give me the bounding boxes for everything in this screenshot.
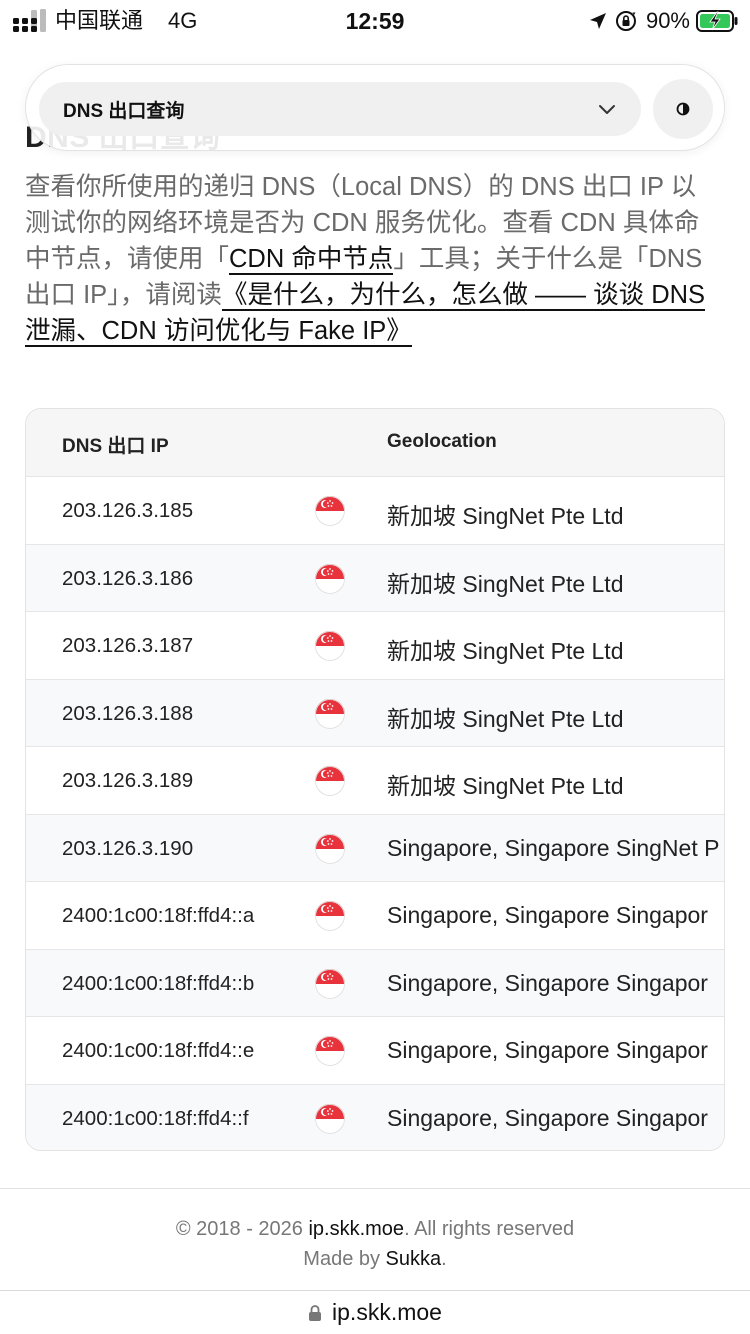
- table-row: 2400:1c00:18f:ffd4::a Singapore, Singapor…: [26, 882, 724, 950]
- table-row: 203.126.3.186 新加坡 SingNet Pte Ltd: [26, 544, 724, 612]
- table-row: 203.126.3.190 Singapore, Singapore SingNe…: [26, 814, 724, 882]
- dns-ip-cell: 203.126.3.186: [62, 566, 194, 590]
- rotation-lock-icon: [615, 11, 636, 31]
- browser-url-bar[interactable]: ip.skk.moe: [0, 1290, 750, 1334]
- singapore-flag-icon: [315, 766, 345, 796]
- geolocation-cell: Singapore, Singapore Singapor: [387, 902, 708, 928]
- footer: © 2018 - 2026 ip.skk.moe. All rights res…: [0, 1214, 750, 1274]
- made-by-text: Made by: [303, 1248, 386, 1270]
- theme-toggle-button[interactable]: [653, 79, 713, 139]
- dns-ip-cell: 2400:1c00:18f:ffd4::b: [62, 971, 255, 995]
- table-row: 203.126.3.188 新加坡 SingNet Pte Ltd: [26, 679, 724, 747]
- dns-ip-cell: 203.126.3.185: [62, 499, 194, 522]
- footer-credit: Made by Sukka.: [0, 1244, 750, 1274]
- geolocation-cell: Singapore, Singapore Singapor: [387, 969, 708, 996]
- singapore-flag-icon: [315, 698, 345, 729]
- battery-percent: 90%: [645, 8, 690, 33]
- dns-ip-cell: 2400:1c00:18f:ffd4::a: [62, 904, 255, 927]
- theme-toggle-icon: [676, 102, 690, 116]
- dns-ip-cell: 203.126.3.187: [62, 634, 194, 657]
- singapore-flag-icon: [315, 1103, 345, 1134]
- dns-ip-cell: 203.126.3.188: [62, 701, 194, 725]
- singapore-flag-icon: [315, 496, 345, 526]
- table-row: 2400:1c00:18f:ffd4::b Singapore, Singapor…: [26, 949, 724, 1017]
- tool-select-value: DNS 出口查询: [63, 100, 185, 122]
- geolocation-cell: 新加坡 SingNet Pte Ltd: [387, 503, 624, 529]
- dns-ip-cell: 203.126.3.189: [62, 769, 194, 792]
- table-row: 2400:1c00:18f:ffd4::e Singapore, Singapor…: [26, 1017, 724, 1085]
- location-arrow-icon: [589, 13, 606, 29]
- header-geolocation: Geolocation: [387, 431, 497, 452]
- singapore-flag-icon: [315, 1036, 345, 1066]
- singapore-flag-icon: [315, 901, 345, 931]
- table-body: 203.126.3.185 新加坡 SingNet Pte Ltd 203.126.…: [26, 477, 724, 1150]
- tool-select[interactable]: DNS 出口查询: [39, 82, 641, 136]
- geolocation-cell: 新加坡 SingNet Pte Ltd: [387, 570, 624, 597]
- geolocation-cell: 新加坡 SingNet Pte Ltd: [387, 705, 624, 732]
- author-link[interactable]: Sukka: [386, 1248, 442, 1270]
- dns-ip-cell: 2400:1c00:18f:ffd4::e: [62, 1039, 255, 1062]
- status-right-group: 90%: [588, 6, 738, 36]
- credit-period: .: [441, 1248, 447, 1270]
- footer-divider: [0, 1188, 750, 1189]
- singapore-flag-icon: [315, 833, 345, 864]
- header-dns-ip: DNS 出口 IP: [62, 436, 169, 457]
- browser-url: ip.skk.moe: [332, 1299, 442, 1325]
- table-row: 2400:1c00:18f:ffd4::f Singapore, Singapor…: [26, 1084, 724, 1150]
- dns-ip-cell: 203.126.3.190: [62, 836, 194, 860]
- singapore-flag-icon: [315, 563, 345, 594]
- table-row: 203.126.3.189 新加坡 SingNet Pte Ltd: [26, 747, 724, 815]
- geolocation-cell: Singapore, Singapore SingNet P: [387, 834, 720, 861]
- geolocation-cell: 新加坡 SingNet Pte Ltd: [387, 638, 624, 664]
- rights-text: . All rights reserved: [404, 1218, 575, 1240]
- geolocation-cell: Singapore, Singapore Singapor: [387, 1104, 708, 1131]
- singapore-flag-icon: [315, 968, 345, 999]
- table-row: 203.126.3.185 新加坡 SingNet Pte Ltd: [26, 477, 724, 545]
- page-description: 查看你所使用的递归 DNS（Local DNS）的 DNS 出口 IP 以测试你…: [25, 169, 715, 349]
- footer-copyright: © 2018 - 2026 ip.skk.moe. All rights res…: [0, 1214, 750, 1244]
- geolocation-cell: 新加坡 SingNet Pte Ltd: [387, 773, 624, 799]
- chevron-down-icon: [599, 105, 615, 114]
- cdn-hit-node-link[interactable]: CDN 命中节点: [229, 245, 394, 275]
- singapore-flag-icon: [315, 631, 345, 661]
- table-row: 203.126.3.187 新加坡 SingNet Pte Ltd: [26, 612, 724, 680]
- battery-charging-icon: [696, 10, 738, 32]
- status-bar: 中国联通 4G 12:59 90%: [0, 0, 750, 42]
- dns-ip-cell: 2400:1c00:18f:ffd4::f: [62, 1106, 249, 1130]
- tool-selector-panel: DNS 出口查询: [25, 64, 725, 151]
- copyright-text: © 2018 - 2026: [175, 1218, 309, 1240]
- dns-result-table: DNS 出口 IP Geolocation 203.126.3.185 新加坡 S…: [25, 408, 725, 1151]
- table-header: DNS 出口 IP Geolocation: [26, 409, 724, 477]
- geolocation-cell: Singapore, Singapore Singapor: [387, 1037, 708, 1063]
- site-link[interactable]: ip.skk.moe: [308, 1218, 404, 1240]
- lock-icon: [309, 1304, 322, 1321]
